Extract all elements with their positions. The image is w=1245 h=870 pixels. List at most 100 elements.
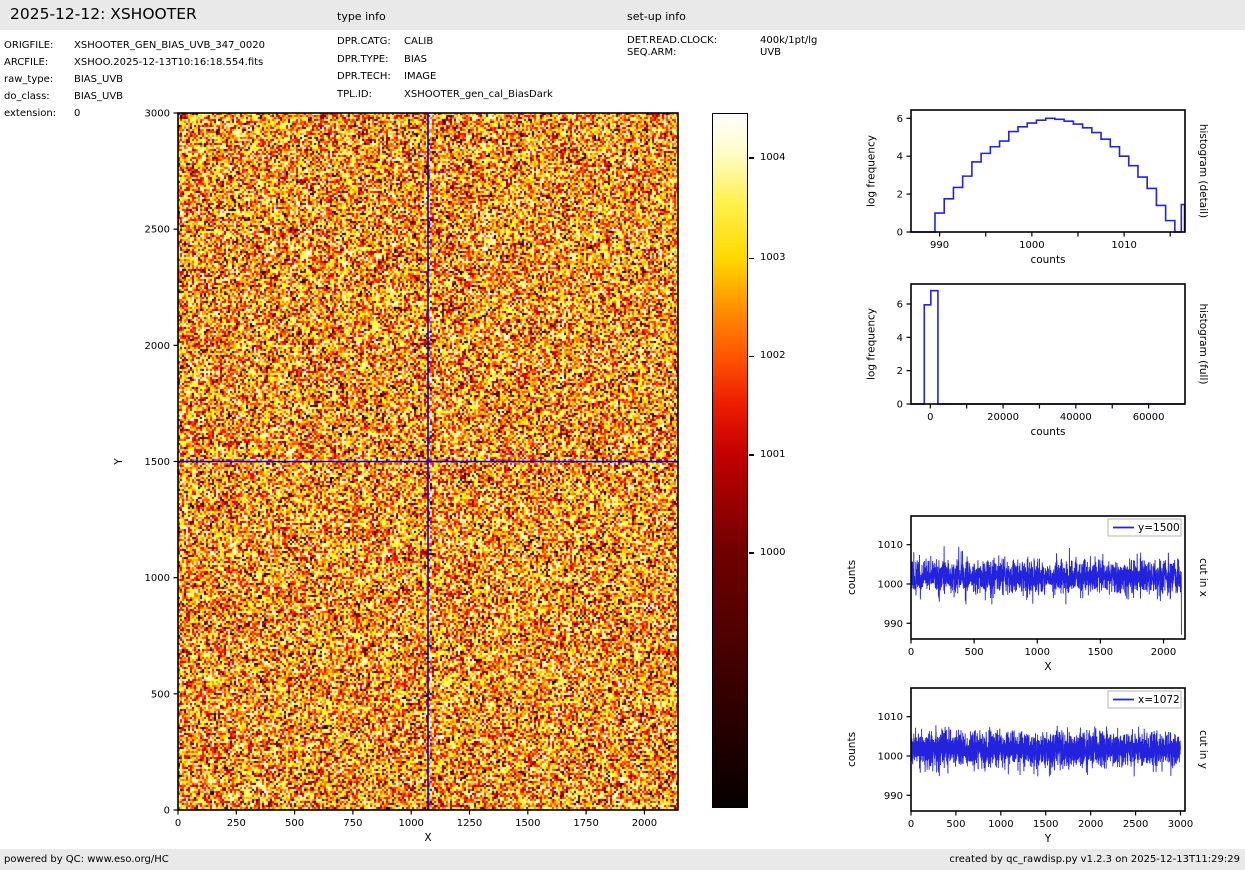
y-tick-label: 2 [897, 190, 903, 201]
field-value: BIAS_UVB [74, 91, 123, 102]
y-tick-label: 2500 [145, 225, 170, 236]
histogram-full-chart: 02000040000600000246countslog frequencyh… [911, 284, 1185, 404]
field-value: CALIB [404, 36, 433, 47]
x-tick-label: 250 [227, 818, 246, 829]
qc-report-page: 2025-12-12: XSHOOTER type info set-up in… [0, 0, 1245, 870]
y-axis-label: Y [113, 458, 125, 466]
x-axis-label: counts [1030, 426, 1065, 438]
x-axis-label: X [424, 832, 431, 844]
axes-frame [911, 110, 1185, 232]
type-info-row: TPL.ID:XSHOOTER_gen_cal_BiasDark [337, 86, 553, 104]
x-tick-label: 1000 [398, 818, 423, 829]
y-tick-label: 3000 [145, 109, 170, 120]
x-tick-label: 750 [343, 818, 362, 829]
colorbar-tick [749, 552, 754, 553]
field-label: do_class: [4, 88, 74, 105]
cut_y-series [911, 725, 1181, 776]
field-label: DPR.CATG: [337, 33, 404, 51]
y-tick-label: 1000 [145, 573, 170, 584]
field-label: raw_type: [4, 71, 74, 88]
colorbar-tick-label: 1003 [760, 252, 785, 263]
x-tick-label: 500 [946, 819, 965, 830]
cut_x-series [911, 546, 1182, 634]
field-value: IMAGE [404, 71, 436, 82]
x-tick-label: 2000 [1078, 819, 1103, 830]
x-tick-label: 0 [908, 819, 914, 830]
y-tick-label: 0 [897, 228, 903, 239]
colorbar-tick [749, 454, 754, 455]
field-value: 0 [74, 108, 80, 119]
y-axis-label: counts [846, 560, 858, 595]
x-tick-label: 1500 [1033, 819, 1058, 830]
field-label: TPL.ID: [337, 86, 404, 104]
y-tick-label: 1010 [878, 540, 903, 551]
file-info-row: do_class:BIAS_UVB [4, 88, 265, 105]
field-value: XSHOOTER_GEN_BIAS_UVB_347_0020 [74, 40, 265, 51]
y-tick-label: 0 [897, 400, 903, 411]
field-label: DPR.TECH: [337, 68, 404, 86]
colorbar-tick [749, 157, 754, 158]
colorbar-tick-label: 1001 [760, 449, 785, 460]
colorbar-tick-label: 1002 [760, 350, 785, 361]
colorbar-tick-label: 1004 [760, 152, 785, 163]
cut_x-svg: 050010001500200099010001010Xcountscut in… [911, 516, 1185, 639]
legend-label: y=1500 [1138, 522, 1180, 534]
y-tick-label: 6 [897, 300, 903, 311]
file-info-list: ORIGFILE:XSHOOTER_GEN_BIAS_UVB_347_0020 … [4, 37, 265, 122]
side-label: histogram (full) [1197, 304, 1209, 385]
x-axis-label: X [1044, 661, 1051, 673]
y-axis-label: log frequency [866, 308, 878, 380]
file-info-row: ARCFILE:XSHOO.2025-12-13T10:16:18.554.fi… [4, 54, 265, 71]
y-tick-label: 1500 [145, 457, 170, 468]
x-tick-label: 1000 [988, 819, 1013, 830]
y-axis-label: log frequency [866, 135, 878, 207]
hist_full-series [911, 291, 1185, 404]
x-tick-label: 990 [930, 240, 949, 251]
cut_y-svg: 05001000150020002500300099010001010Ycoun… [911, 688, 1185, 811]
x-tick-label: 1500 [1088, 647, 1113, 658]
field-label: extension: [4, 105, 74, 122]
field-label: ARCFILE: [4, 54, 74, 71]
colorbar-tick [749, 356, 754, 357]
type-info-row: DPR.TYPE:BIAS [337, 51, 553, 69]
field-label: ORIGFILE: [4, 37, 74, 54]
y-tick-label: 1000 [878, 751, 903, 762]
field-value: BIAS [404, 54, 427, 65]
field-value: BIAS_UVB [74, 74, 123, 85]
x-axis-label: counts [1030, 254, 1065, 266]
y-tick-label: 6 [897, 114, 903, 125]
field-value: XSHOOTER_gen_cal_BiasDark [404, 89, 553, 100]
x-tick-label: 1500 [515, 818, 540, 829]
x-tick-label: 1000 [1019, 240, 1044, 251]
x-tick-label: 20000 [987, 412, 1019, 423]
field-label: DET.READ.CLOCK: [627, 35, 760, 47]
cut-in-y-chart: 05001000150020002500300099010001010Ycoun… [911, 688, 1185, 811]
y-tick-label: 2 [897, 366, 903, 377]
field-value: XSHOO.2025-12-13T10:16:18.554.fits [74, 57, 263, 68]
y-tick-label: 500 [151, 689, 170, 700]
type-info-row: DPR.TECH:IMAGE [337, 68, 553, 86]
side-label: histogram (detail) [1197, 124, 1209, 218]
y-tick-label: 4 [897, 152, 903, 163]
setup-info-row: SEQ.ARM:UVB [627, 47, 817, 59]
legend-label: x=1072 [1138, 694, 1180, 706]
colorbar-tick-label: 1000 [760, 547, 785, 558]
type-info-list: DPR.CATG:CALIB DPR.TYPE:BIAS DPR.TECH:IM… [337, 33, 553, 103]
hist_full-svg: 02000040000600000246countslog frequencyh… [911, 284, 1185, 404]
setup-info-section-header: set-up info [627, 10, 686, 23]
x-tick-label: 1010 [1111, 240, 1136, 251]
field-value: UVB [760, 47, 781, 58]
x-tick-label: 0 [927, 412, 933, 423]
histogram-detail-chart: 990100010100246countslog frequencyhistog… [911, 110, 1185, 232]
side-label: cut in y [1197, 730, 1209, 769]
side-label: cut in x [1197, 558, 1209, 597]
x-tick-label: 2500 [1123, 819, 1148, 830]
x-tick-label: 0 [908, 647, 914, 658]
y-tick-label: 0 [164, 806, 170, 817]
x-tick-label: 500 [965, 647, 984, 658]
footer-right-text: created by qc_rawdisp.py v1.2.3 on 2025-… [949, 849, 1240, 870]
page-title: 2025-12-12: XSHOOTER [10, 5, 197, 23]
x-axis-label: Y [1044, 833, 1052, 845]
y-axis-label: counts [846, 732, 858, 767]
colorbar-tick [749, 258, 754, 259]
